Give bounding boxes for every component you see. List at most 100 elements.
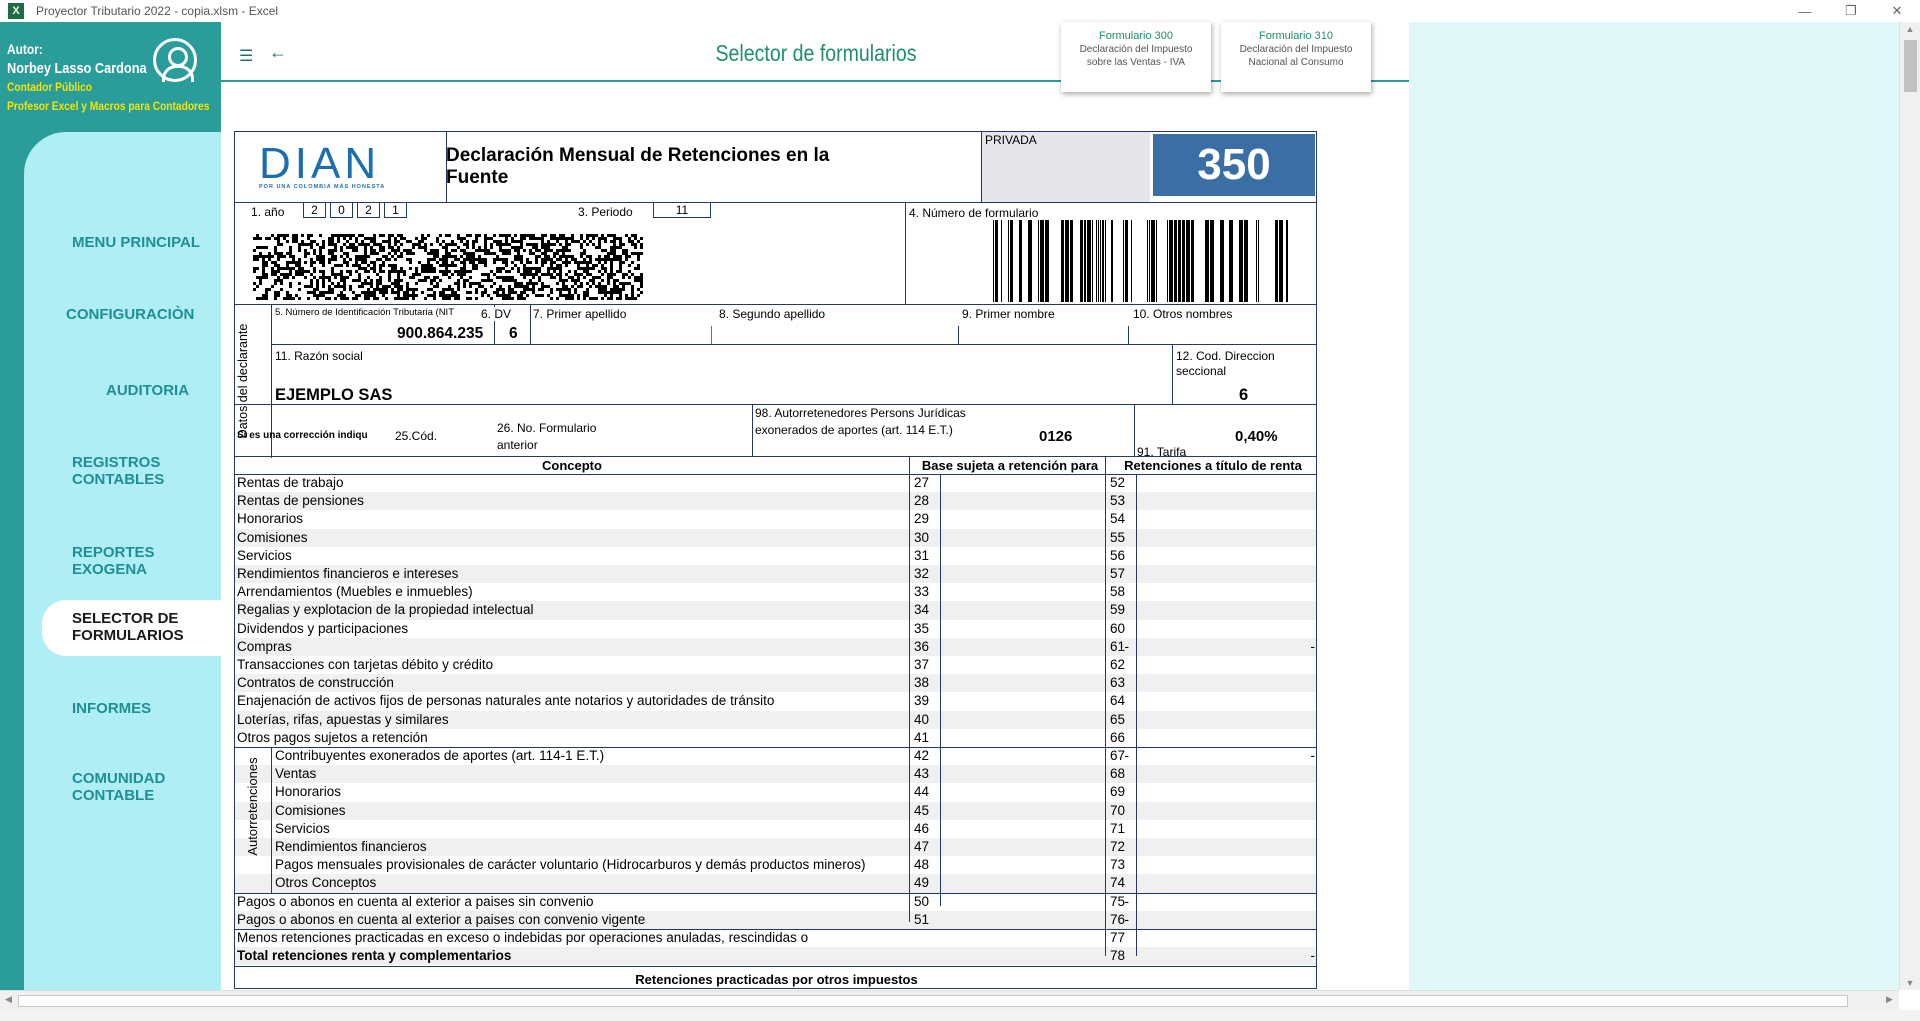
row-code: 31: [914, 547, 930, 563]
first-name-label: 9. Primer nombre: [962, 307, 1055, 321]
main-header: ☰ ← Selector de formularios Formulario 3…: [221, 22, 1409, 92]
year-digit[interactable]: 1: [384, 202, 407, 218]
year-digit[interactable]: 0: [330, 202, 353, 218]
table-row: Comisiones 45 70: [235, 801, 1316, 820]
dian-logo: DIAN POR UNA COLOMBIA MÁS HONESTA: [259, 142, 411, 191]
col-retention: Retenciones a título de renta: [1124, 458, 1302, 473]
business-name-value[interactable]: EJEMPLO SAS: [275, 386, 392, 405]
row-value[interactable]: -: [947, 747, 1130, 765]
horizontal-scrollbar[interactable]: ◀ ▶: [0, 990, 1899, 1010]
row-code: 40: [914, 711, 930, 727]
table-row: Compras 36-61-: [235, 637, 1316, 656]
year-digit[interactable]: 2: [357, 202, 380, 218]
window-title: Proyector Tributario 2022 - copia.xlsm -…: [36, 4, 279, 18]
row-concept: Transacciones con tarjetas débito y créd…: [237, 657, 494, 672]
row-concept: Enajenación de activos fijos de personas…: [237, 693, 775, 709]
row-code: 66: [1110, 729, 1126, 745]
back-arrow-icon[interactable]: ←: [269, 42, 287, 63]
dv-label: 6. DV: [481, 307, 512, 321]
row-concept: Pagos o abonos en cuenta al exterior a p…: [237, 893, 594, 909]
year-digit[interactable]: 2: [303, 202, 326, 218]
row-value[interactable]: -: [947, 638, 1130, 656]
row-code: 42: [914, 748, 930, 763]
form-300-card[interactable]: Formulario 300 Declaración del Impuesto …: [1061, 22, 1211, 92]
table-row: Otros pagos sujetos a retención 41 66: [235, 729, 1316, 747]
table-row: Otros Conceptos 49 74: [235, 874, 1316, 893]
table-row: Rentas de trabajo 27 52: [235, 474, 1316, 492]
window-titlebar: X Proyector Tributario 2022 - copia.xlsm…: [0, 0, 1920, 22]
menu-item-auditoria[interactable]: AUDITORIA: [106, 382, 189, 399]
nit-value[interactable]: 900.864.235: [397, 325, 483, 343]
row-code: 74: [1110, 875, 1126, 891]
correction-label: Si es una corrección indiqu: [237, 430, 368, 441]
table-row: Contratos de construcción 38 63: [235, 674, 1316, 693]
table-row: Honorarios 29 54: [235, 510, 1316, 528]
row-code: 27: [914, 475, 930, 490]
row-concept: Arrendamientos (Muebles e inmuebles): [237, 584, 473, 600]
row-code: 47: [914, 839, 930, 854]
menu-item-registros-contables[interactable]: REGISTROS CONTABLES: [72, 454, 164, 488]
table-row: Total retenciones renta y complementario…: [235, 947, 1316, 966]
form-title: Declaración Mensual de Retenciones en la…: [446, 145, 830, 188]
seccional-value[interactable]: 6: [1239, 386, 1248, 405]
row-value[interactable]: -: [947, 911, 1130, 929]
period-field[interactable]: 11: [653, 202, 711, 218]
table-row: Pagos mensuales provisionales de carácte…: [235, 856, 1316, 874]
menu-item-reportes-exogena[interactable]: REPORTES EXOGENA: [72, 544, 155, 578]
row-code: 58: [1110, 584, 1126, 600]
row-code: 36: [914, 638, 930, 654]
row-concept: Honorarios: [275, 784, 342, 800]
right-pane: [1409, 22, 1899, 990]
autoret-group-label: Autorretenciones: [245, 757, 260, 856]
row-concept: Otros pagos sujetos a retención: [237, 729, 428, 745]
table-row: Rendimientos financieros 47 72: [235, 838, 1316, 857]
col-base: Base sujeta a retención para: [921, 458, 1099, 473]
row-value[interactable]: -: [1135, 638, 1316, 656]
row-code: 57: [1110, 566, 1126, 581]
hamburger-icon[interactable]: ☰: [239, 46, 253, 66]
user-icon[interactable]: [153, 38, 197, 82]
menu-item-configuracion[interactable]: CONFIGURACIÒN: [66, 306, 194, 323]
table-row: Pagos o abonos en cuenta al exterior a p…: [235, 910, 1316, 929]
horizontal-scroll-thumb[interactable]: [18, 995, 1848, 1007]
menu-item-informes[interactable]: INFORMES: [72, 700, 151, 717]
form-number-label: 4. Número de formulario: [909, 206, 1039, 220]
form-300-line2: sobre las Ventas - IVA: [1086, 57, 1186, 68]
menu-item-comunidad-contable[interactable]: COMUNIDAD CONTABLE: [72, 770, 165, 804]
table-row: Enajenación de activos fijos de personas…: [235, 692, 1316, 710]
barcode-icon: [993, 220, 1288, 302]
row-concept: Compras: [237, 638, 292, 654]
row-code: 73: [1110, 857, 1126, 873]
row-concept: Servicios: [237, 547, 292, 563]
vertical-scroll-thumb[interactable]: [1904, 40, 1917, 92]
menu-item-selector-active[interactable]: SELECTOR DE FORMULARIOS: [42, 600, 221, 656]
menu-item-selector-formularios[interactable]: SELECTOR DE FORMULARIOS: [72, 610, 184, 644]
other-names-label: 10. Otros nombres: [1133, 307, 1233, 321]
close-button[interactable]: ✕: [1874, 0, 1920, 22]
row-value[interactable]: -: [947, 893, 1130, 911]
form-300-title: Formulario 300: [1099, 30, 1173, 42]
row-code: 38: [914, 675, 930, 691]
row-value[interactable]: -: [1135, 747, 1316, 765]
row-concept: Rentas de trabajo: [237, 475, 344, 490]
row-concept: Dividendos y participaciones: [237, 620, 409, 636]
dv-value[interactable]: 6: [509, 325, 518, 343]
row-concept: Comisiones: [237, 529, 308, 545]
other-taxes-header: Retenciones practicadas por otros impues…: [635, 972, 918, 987]
row-code: 51: [914, 911, 930, 927]
row-concept: Comisiones: [275, 802, 346, 818]
autoret-value[interactable]: 0126: [1039, 428, 1072, 445]
second-surname-label: 8. Segundo apellido: [719, 307, 826, 321]
form-310-card[interactable]: Formulario 310 Declaración del Impuesto …: [1221, 22, 1371, 92]
minimize-button[interactable]: —: [1782, 0, 1828, 22]
row-value[interactable]: -: [1135, 947, 1316, 965]
restore-button[interactable]: ❐: [1828, 0, 1874, 22]
row-code: 45: [914, 802, 930, 818]
vertical-scrollbar[interactable]: ▲ ▼: [1899, 22, 1920, 990]
tarifa-value[interactable]: 0,40%: [1235, 428, 1278, 445]
table-row: Rendimientos financieros e intereses 32 57: [235, 565, 1316, 584]
menu-item-menu-principal[interactable]: MENU PRINCIPAL: [72, 234, 200, 251]
row-code: 28: [914, 493, 930, 509]
prev-form-label: 26. No. Formulario anterior: [497, 421, 597, 452]
row-concept: Contratos de construcción: [237, 675, 394, 691]
